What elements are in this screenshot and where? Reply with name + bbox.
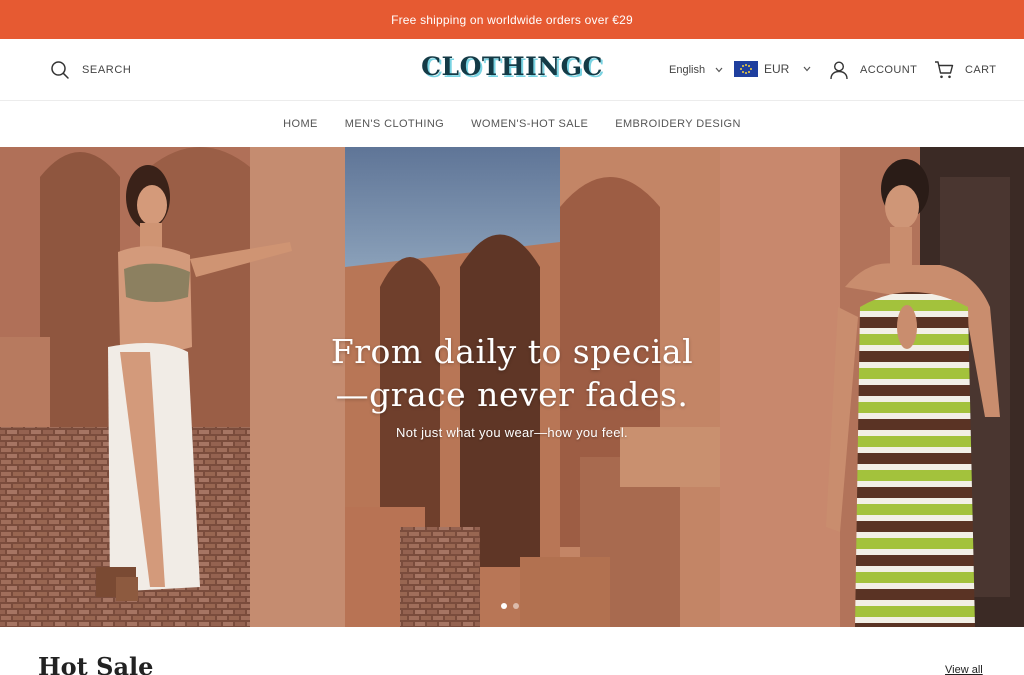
slide-dot-1[interactable]: [501, 603, 507, 609]
currency-label: EUR: [764, 62, 790, 76]
currency-selector[interactable]: EUR: [734, 59, 811, 79]
eu-flag-icon: [734, 61, 758, 77]
announcement-text: Free shipping on worldwide orders over €…: [391, 12, 633, 27]
hero-subtitle: Not just what you wear—how you feel.: [396, 425, 628, 440]
site-header: SEARCH CLOTHINGC English EUR ACCOUNT CAR…: [0, 39, 1024, 101]
language-label: English: [669, 64, 706, 76]
hero-banner[interactable]: From daily to special —grace never fades…: [0, 147, 1024, 627]
account-link[interactable]: ACCOUNT: [829, 58, 917, 82]
search-button[interactable]: SEARCH: [50, 58, 131, 82]
hero-title-line-1: From daily to special: [330, 332, 694, 371]
cart-icon: [935, 61, 954, 79]
nav-item-embroidery-design[interactable]: EMBROIDERY DESIGN: [615, 118, 741, 130]
account-label: ACCOUNT: [860, 64, 918, 76]
language-selector[interactable]: English: [669, 61, 723, 79]
nav-item-womens-hot-sale[interactable]: WOMEN'S-HOT SALE: [471, 118, 588, 130]
main-nav: HOME MEN'S CLOTHING WOMEN'S-HOT SALE EMB…: [0, 101, 1024, 147]
nav-item-mens-clothing[interactable]: MEN'S CLOTHING: [345, 118, 444, 130]
announcement-bar: Free shipping on worldwide orders over €…: [0, 0, 1024, 39]
chevron-down-icon: [803, 66, 811, 72]
search-icon: [51, 61, 69, 79]
cart-link[interactable]: CART: [934, 58, 996, 82]
slide-dot-2[interactable]: [513, 603, 519, 609]
cart-label: CART: [965, 64, 997, 76]
view-all-link[interactable]: View all: [945, 664, 983, 675]
slideshow-dots: [501, 603, 519, 609]
chevron-down-icon: [715, 67, 723, 73]
search-label: SEARCH: [82, 64, 132, 76]
user-icon: [830, 61, 848, 80]
hero-text: From daily to special —grace never fades…: [0, 330, 1024, 440]
site-logo[interactable]: CLOTHINGC: [421, 52, 603, 81]
hero-title-line-2: —grace never fades.: [335, 375, 689, 414]
hero-title: From daily to special —grace never fades…: [0, 330, 1024, 416]
nav-item-home[interactable]: HOME: [283, 118, 318, 130]
section-title: Hot Sale: [38, 652, 154, 675]
